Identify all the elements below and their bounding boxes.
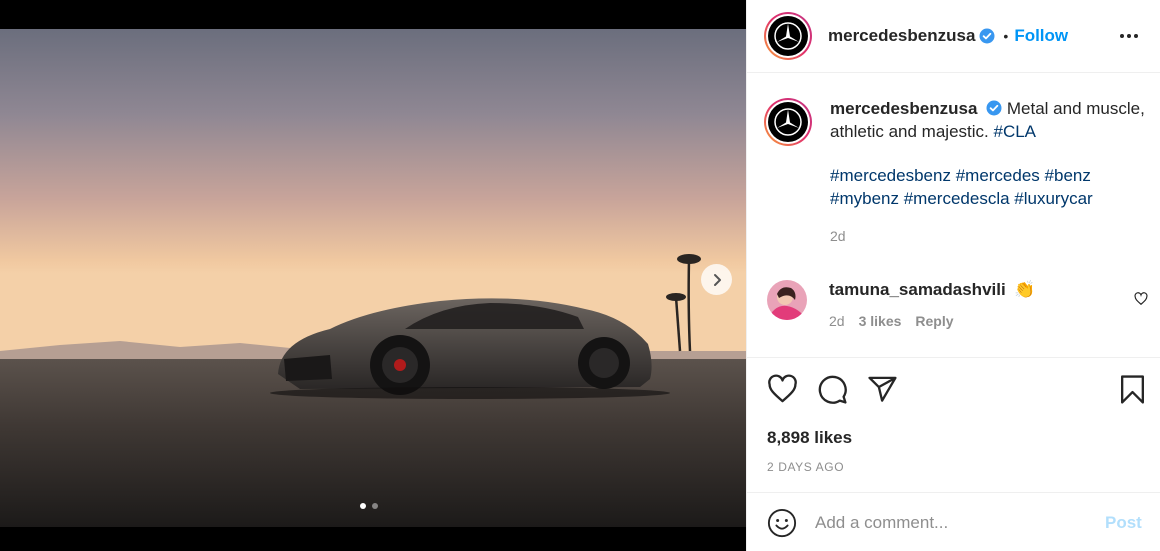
post-header: mercedesbenzusa • Follow [747, 0, 1160, 73]
mercedes-logo-icon [774, 22, 802, 50]
follow-button[interactable]: Follow [1014, 26, 1068, 46]
caption-text: mercedesbenzusa Metal and muscle, athlet… [830, 98, 1156, 143]
more-icon[interactable] [1119, 26, 1139, 46]
post-comment-button[interactable]: Post [1105, 513, 1142, 533]
add-comment-bar: Post [747, 494, 1160, 551]
hashtag-link[interactable]: #mybenz [830, 189, 899, 208]
heart-icon[interactable] [767, 374, 798, 405]
post-panel: mercedesbenzusa • Follow mercedesbenzusa… [746, 0, 1160, 551]
caption: mercedesbenzusa Metal and muscle, athlet… [764, 98, 1156, 248]
likes-count[interactable]: 8,898 likes [767, 428, 852, 448]
mercedes-logo-icon [774, 108, 802, 136]
post-date[interactable]: 2 DAYS AGO [767, 460, 844, 474]
post-actions: 8,898 likes 2 DAYS AGO [747, 357, 1160, 493]
hashtag-link[interactable]: #mercedesbenz [830, 166, 951, 185]
comment: tamuna_samadashvili 👏 2d 3 likes Reply [767, 280, 1147, 329]
comment-icon[interactable] [817, 374, 848, 405]
bookmark-icon[interactable] [1117, 374, 1148, 405]
hashtag-link[interactable]: #benz [1045, 166, 1091, 185]
hashtag-link[interactable]: #luxurycar [1014, 189, 1092, 208]
share-icon[interactable] [867, 374, 898, 405]
comment-likes[interactable]: 3 likes [859, 313, 902, 329]
hashtag-link[interactable]: #CLA [993, 122, 1036, 141]
next-image-button[interactable] [701, 264, 732, 295]
comment-time[interactable]: 2d [829, 313, 845, 329]
comment-input[interactable] [815, 512, 1097, 533]
post-media [0, 0, 746, 551]
verified-icon [986, 100, 1002, 116]
hashtag-link[interactable]: #mercedes [956, 166, 1040, 185]
hashtag-list: #mercedesbenz #mercedes #benz #mybenz #m… [830, 165, 1156, 210]
reply-button[interactable]: Reply [915, 313, 953, 329]
post-photo [0, 29, 746, 527]
caption-avatar[interactable] [764, 98, 812, 146]
emoji-icon[interactable] [767, 508, 797, 538]
hashtag-link[interactable]: #mercedescla [904, 189, 1010, 208]
comment-avatar[interactable] [767, 280, 807, 320]
carousel-indicator [360, 503, 378, 509]
verified-icon [979, 28, 995, 44]
carousel-dot-active [360, 503, 366, 509]
chevron-right-icon [713, 273, 721, 286]
carousel-dot [372, 503, 378, 509]
caption-username[interactable]: mercedesbenzusa [830, 99, 977, 118]
avatar[interactable] [764, 12, 812, 60]
comment-text: 👏 [1014, 280, 1036, 299]
caption-time[interactable]: 2d [830, 225, 1156, 248]
header-separator: • [1003, 28, 1009, 44]
comment-username[interactable]: tamuna_samadashvili [829, 280, 1006, 299]
header-username[interactable]: mercedesbenzusa [828, 26, 975, 46]
heart-icon[interactable] [1134, 292, 1148, 306]
